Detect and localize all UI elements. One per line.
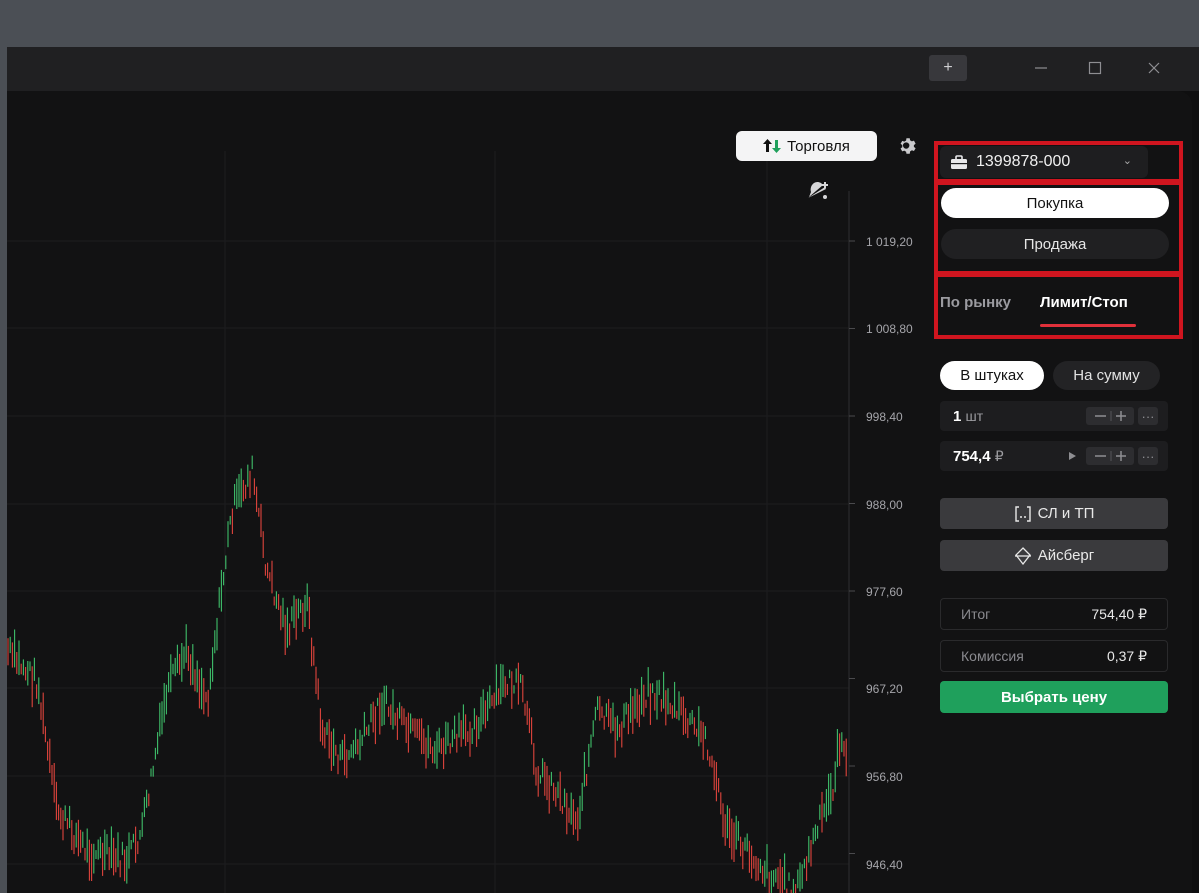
price-currency: ₽ <box>994 448 1004 464</box>
bracket-icon <box>1014 505 1031 522</box>
iceberg-label: Айсберг <box>1037 547 1095 564</box>
price-axis-label: 977,60 <box>866 585 903 599</box>
quantity-field[interactable]: 1 шт ··· <box>940 401 1168 431</box>
total-row: Итог 754,40 ₽ <box>940 598 1168 630</box>
minimize-button[interactable] <box>1021 55 1061 81</box>
trade-button-label: Торговля <box>787 137 850 155</box>
iceberg-icon <box>1014 546 1031 565</box>
title-bar: + <box>7 47 1199 91</box>
maximize-button[interactable] <box>1075 55 1115 81</box>
iceberg-button[interactable]: Айсберг <box>940 540 1168 571</box>
mode-by-sum[interactable]: На сумму <box>1053 361 1160 390</box>
close-icon <box>1148 62 1160 74</box>
order-type-tabs: По рынку Лимит/Стоп <box>940 290 1176 330</box>
play-icon[interactable] <box>1062 447 1082 465</box>
commission-label: Комиссия <box>961 648 1024 664</box>
price-axis-label: 988,00 <box>866 498 903 512</box>
mode-in-pieces[interactable]: В штуках <box>940 361 1044 390</box>
active-tab-indicator <box>1040 324 1136 327</box>
more-icon[interactable]: ··· <box>1138 407 1158 425</box>
price-axis-label: 998,40 <box>866 410 903 424</box>
maximize-icon <box>1088 61 1102 75</box>
price-value: 754,4 ₽ <box>953 448 1004 465</box>
total-value: 754,40 ₽ <box>1091 605 1147 622</box>
minimize-icon <box>1035 67 1047 69</box>
price-axis-label: 956,80 <box>866 770 903 784</box>
price-field[interactable]: 754,4 ₽ ··· <box>940 441 1168 471</box>
quantity-value: 1 шт <box>953 408 983 425</box>
total-label: Итог <box>961 606 991 622</box>
sl-tp-button[interactable]: СЛ и ТП <box>940 498 1168 529</box>
quantity-unit: шт <box>965 408 984 424</box>
price-bars <box>7 455 847 893</box>
chart-grid <box>7 151 849 893</box>
price-stepper[interactable] <box>1086 447 1134 465</box>
price-axis-label: 946,40 <box>866 858 903 872</box>
tab-limit-stop[interactable]: Лимит/Стоп <box>1040 294 1128 311</box>
account-number: 1399878-000 <box>976 153 1071 170</box>
trade-arrows-icon <box>763 139 782 153</box>
more-icon[interactable]: ··· <box>1138 447 1158 465</box>
price-axis-label: 967,20 <box>866 682 903 696</box>
account-selector[interactable]: 1399878-000 ⌄ <box>940 146 1148 178</box>
minus-plus-icon <box>1095 411 1126 421</box>
add-alert-bell-icon[interactable] <box>805 179 831 205</box>
gear-icon[interactable] <box>897 135 919 157</box>
tab-market[interactable]: По рынку <box>940 294 1011 311</box>
sell-toggle[interactable]: Продажа <box>941 229 1169 259</box>
buy-toggle[interactable]: Покупка <box>941 188 1169 218</box>
briefcase-icon <box>951 154 967 169</box>
price-axis-label: 1 019,20 <box>866 235 913 249</box>
screen: + Торговля 1 019,20 1 008,80 998,40 988,… <box>0 0 1199 893</box>
chevron-down-icon: ⌄ <box>1122 155 1132 167</box>
price-chart[interactable] <box>7 91 867 893</box>
quantity-stepper[interactable] <box>1086 407 1134 425</box>
choose-price-button[interactable]: Выбрать цену <box>940 681 1168 713</box>
quantity-number: 1 <box>953 408 962 425</box>
quantity-controls: ··· <box>1086 407 1158 425</box>
minus-plus-icon <box>1095 451 1126 461</box>
price-number: 754,4 <box>953 448 991 465</box>
price-axis-label: 1 008,80 <box>866 322 913 336</box>
trade-button[interactable]: Торговля <box>736 131 877 161</box>
sl-tp-label: СЛ и ТП <box>1037 505 1095 522</box>
close-button[interactable] <box>1134 55 1174 81</box>
commission-value: 0,37 ₽ <box>1106 647 1147 664</box>
new-tab-button[interactable]: + <box>929 55 967 81</box>
commission-row: Комиссия 0,37 ₽ <box>940 640 1168 672</box>
price-controls: ··· <box>1062 447 1158 465</box>
